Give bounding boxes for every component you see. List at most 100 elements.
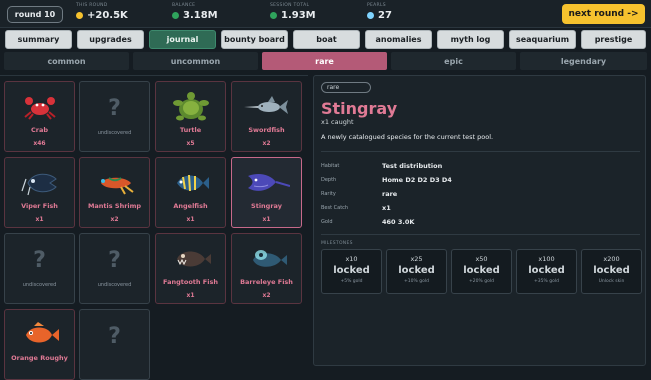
milestone-count: x200 — [603, 255, 620, 263]
pearls-value: 27 — [378, 10, 392, 21]
species-count: x1 — [35, 216, 44, 223]
tab-boat[interactable]: boat — [293, 30, 360, 49]
rarity-tab-uncommon[interactable]: uncommon — [133, 52, 258, 70]
rarity-pill: rare — [321, 82, 371, 93]
milestone-card: x10 locked +5% gold — [321, 249, 382, 294]
session-total-icon — [270, 12, 277, 19]
species-count: x2 — [110, 216, 119, 223]
species-card-turtle[interactable]: Turtle x5 — [155, 81, 226, 152]
milestone-reward: Unlock skin — [598, 279, 625, 284]
species-count: x46 — [33, 140, 46, 147]
main-tabs: summary upgrades journal bounty board bo… — [0, 30, 651, 50]
milestone-card: x25 locked +10% gold — [386, 249, 447, 294]
field-label-best-catch: Best Catch — [321, 205, 349, 211]
species-status: undiscovered — [97, 130, 132, 136]
species-detail-panel: rare Stingray x1 caught A newly catalogu… — [313, 75, 646, 366]
stingray-icon — [244, 168, 290, 198]
milestone-status: locked — [593, 265, 630, 276]
turtle-icon — [168, 92, 214, 122]
species-name: Angelfish — [173, 202, 208, 210]
tab-upgrades[interactable]: upgrades — [77, 30, 144, 49]
field-value-habitat: Test distribution — [382, 162, 443, 170]
species-count: x1 — [186, 292, 195, 299]
species-name: Crab — [30, 126, 48, 134]
species-card-crab[interactable]: Crab x46 — [4, 81, 75, 152]
milestone-status: locked — [398, 265, 435, 276]
milestone-status: locked — [333, 265, 370, 276]
species-count: x1 — [262, 216, 271, 223]
milestone-count: x10 — [345, 255, 358, 263]
rarity-tab-epic[interactable]: epic — [391, 52, 516, 70]
this-round-value: +20.5K — [87, 10, 128, 21]
milestone-reward: +35% gold — [534, 279, 559, 284]
balance-stat: BALANCE 3.18M — [172, 3, 218, 21]
milestone-card: x50 locked +20% gold — [451, 249, 512, 294]
species-status: undiscovered — [97, 282, 132, 288]
species-card-viper-fish[interactable]: Viper Fish x1 — [4, 157, 75, 228]
species-name: Orange Roughy — [11, 354, 68, 362]
field-value-rarity: rare — [382, 190, 398, 198]
species-name: Mantis Shrimp — [87, 202, 142, 210]
species-card-undiscovered[interactable]: ? undiscovered — [79, 81, 150, 152]
tab-bounty-board[interactable]: bounty board — [221, 30, 288, 49]
field-value-depth: Home D2 D2 D3 D4 — [382, 176, 452, 184]
species-name: Swordfish — [248, 126, 285, 134]
species-card-stingray[interactable]: Stingray x1 — [231, 157, 302, 228]
species-card-fangtooth-fish[interactable]: Fangtooth Fish x1 — [155, 233, 226, 304]
pearl-icon — [367, 12, 374, 19]
fangtooth-fish-icon — [168, 244, 214, 274]
rarity-tab-legendary[interactable]: legendary — [520, 52, 647, 70]
species-card-mantis-shrimp[interactable]: Mantis Shrimp x2 — [79, 157, 150, 228]
orange-roughy-icon — [17, 320, 63, 350]
this-round-label: THIS ROUND — [76, 3, 108, 8]
rarity-tab-common[interactable]: common — [4, 52, 129, 70]
milestone-reward: +10% gold — [404, 279, 429, 284]
species-count: x2 — [262, 292, 271, 299]
tab-seaquarium[interactable]: seaquarium — [509, 30, 576, 49]
species-name: Fangtooth Fish — [163, 278, 218, 286]
species-card-barreleye-fish[interactable]: Barreleye Fish x2 — [231, 233, 302, 304]
gold-coin-icon — [76, 12, 83, 19]
species-name: Viper Fish — [21, 202, 58, 210]
balance-icon — [172, 12, 179, 19]
balance-value: 3.18M — [183, 10, 218, 21]
species-card-undiscovered[interactable]: ? — [79, 309, 150, 380]
tab-journal[interactable]: journal — [149, 30, 216, 49]
round-badge: round 10 — [7, 6, 63, 23]
tab-anomalies[interactable]: anomalies — [365, 30, 432, 49]
milestone-card: x100 locked +35% gold — [516, 249, 577, 294]
milestone-reward: +20% gold — [469, 279, 494, 284]
species-card-undiscovered[interactable]: ? undiscovered — [4, 233, 75, 304]
balance-label: BALANCE — [172, 3, 196, 8]
species-status: undiscovered — [22, 282, 57, 288]
tab-myth-log[interactable]: myth log — [437, 30, 504, 49]
next-round-button[interactable]: next round -> — [562, 4, 645, 24]
crab-icon — [17, 92, 63, 122]
caught-count: x1 caught — [321, 118, 354, 126]
species-description: A newly catalogued species for the curre… — [321, 133, 494, 141]
species-count: x5 — [186, 140, 195, 147]
species-card-orange-roughy[interactable]: Orange Roughy — [4, 309, 75, 380]
unknown-icon: ? — [33, 248, 46, 273]
milestone-count: x100 — [538, 255, 555, 263]
field-label-depth: Depth — [321, 177, 337, 183]
species-name: Stingray — [251, 202, 282, 210]
session-total-label: SESSION TOTAL — [270, 3, 310, 8]
milestone-status: locked — [463, 265, 500, 276]
tab-prestige[interactable]: prestige — [581, 30, 646, 49]
unknown-icon: ? — [108, 248, 121, 273]
field-label-rarity: Rarity — [321, 191, 336, 197]
session-total-stat: SESSION TOTAL 1.93M — [270, 3, 316, 21]
rarity-tab-rare[interactable]: rare — [262, 52, 387, 70]
species-card-undiscovered[interactable]: ? undiscovered — [79, 233, 150, 304]
mantis-shrimp-icon — [92, 168, 138, 198]
field-value-best-catch: x1 — [382, 204, 391, 212]
species-card-angelfish[interactable]: Angelfish x1 — [155, 157, 226, 228]
unknown-icon: ? — [108, 96, 121, 121]
species-card-swordfish[interactable]: Swordfish x2 — [231, 81, 302, 152]
angelfish-icon — [168, 168, 214, 198]
top-bar: round 10 THIS ROUND +20.5K BALANCE 3.18M… — [0, 0, 651, 28]
milestone-reward: +5% gold — [340, 279, 363, 284]
tab-summary[interactable]: summary — [5, 30, 72, 49]
pearls-stat: PEARLS 27 — [367, 3, 392, 21]
